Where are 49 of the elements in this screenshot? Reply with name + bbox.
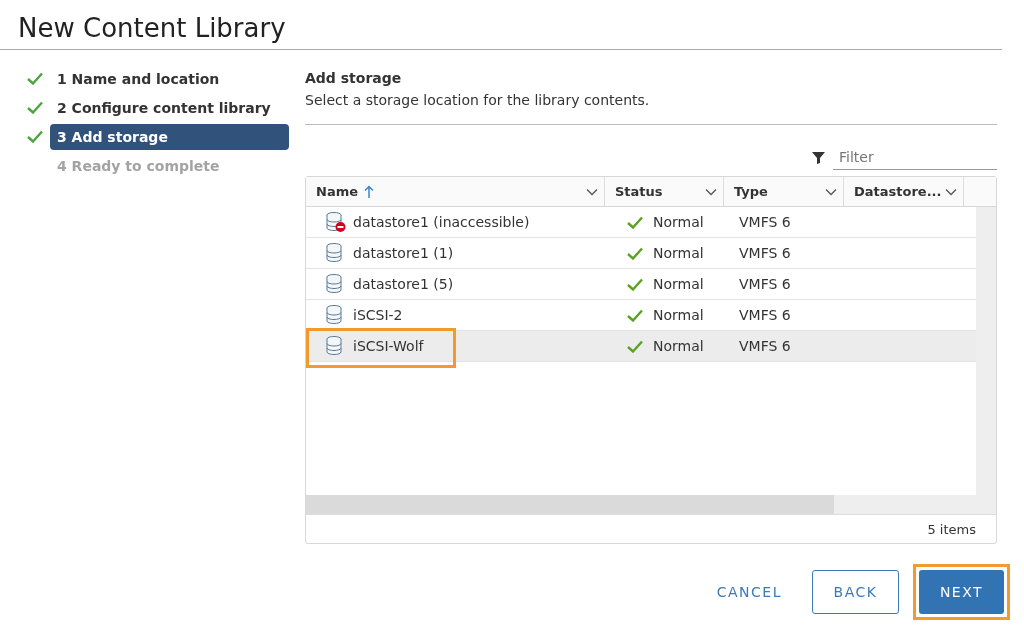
- checkmark-icon: [627, 246, 643, 260]
- type-text: VMFS 6: [739, 214, 791, 230]
- wizard-step[interactable]: 2 Configure content library: [50, 94, 289, 121]
- table-row[interactable]: datastore1 (5) Normal VMFS 6: [306, 269, 976, 300]
- status-text: Normal: [653, 307, 704, 323]
- wizard-button[interactable]: BACK: [812, 570, 899, 614]
- datastore-name: datastore1 (5): [353, 276, 454, 292]
- type-text: VMFS 6: [739, 307, 791, 323]
- checkmark-icon: [627, 308, 643, 322]
- table-row[interactable]: iSCSI-Wolf Normal VMFS 6: [306, 331, 976, 362]
- status-text: Normal: [653, 245, 704, 261]
- datastore-name: iSCSI-2: [353, 307, 403, 323]
- type-text: VMFS 6: [739, 245, 791, 261]
- section-title: Add storage: [305, 70, 403, 86]
- next-button[interactable]: NEXT: [919, 570, 1004, 614]
- column-header[interactable]: Datastore...: [844, 177, 964, 206]
- type-text: VMFS 6: [739, 338, 791, 354]
- status-text: Normal: [653, 214, 704, 230]
- dialog-title: New Content Library: [0, 0, 1002, 50]
- horizontal-scrollbar[interactable]: [306, 495, 996, 514]
- table-row[interactable]: datastore1 (1) Normal VMFS 6: [306, 238, 976, 269]
- section-description: Select a storage location for the library contents.: [305, 92, 997, 125]
- checkmark-icon: [27, 72, 43, 85]
- column-header[interactable]: Type: [724, 177, 844, 206]
- wizard-button[interactable]: CANCEL: [700, 570, 798, 614]
- wizard-step[interactable]: 3 Add storage: [50, 123, 289, 150]
- item-count: 5 items: [927, 521, 976, 537]
- chevron-down-icon[interactable]: [705, 187, 717, 196]
- chevron-down-icon[interactable]: [945, 187, 957, 196]
- checkmark-icon: [627, 215, 643, 229]
- datastore-name: iSCSI-Wolf: [353, 338, 424, 354]
- sort-up-arrow-icon[interactable]: [364, 184, 374, 199]
- checkmark-icon: [27, 130, 43, 143]
- datastore-name: datastore1 (1): [353, 245, 454, 261]
- datastore-name: datastore1 (inaccessible): [353, 214, 530, 230]
- filter-icon[interactable]: [812, 151, 825, 164]
- chevron-down-icon[interactable]: [825, 187, 837, 196]
- wizard-step[interactable]: 1 Name and location: [50, 65, 289, 92]
- table-row[interactable]: datastore1 (inaccessible) Normal VMFS 6: [306, 207, 976, 238]
- checkmark-icon: [27, 101, 43, 114]
- checkmark-icon: [627, 339, 643, 353]
- column-header[interactable]: Name: [306, 177, 605, 206]
- status-text: Normal: [653, 276, 704, 292]
- vertical-scrollbar[interactable]: [976, 207, 996, 495]
- type-text: VMFS 6: [739, 276, 791, 292]
- checkmark-icon: [627, 277, 643, 291]
- status-text: Normal: [653, 338, 704, 354]
- column-header[interactable]: Status: [605, 177, 724, 206]
- chevron-down-icon[interactable]: [586, 187, 598, 196]
